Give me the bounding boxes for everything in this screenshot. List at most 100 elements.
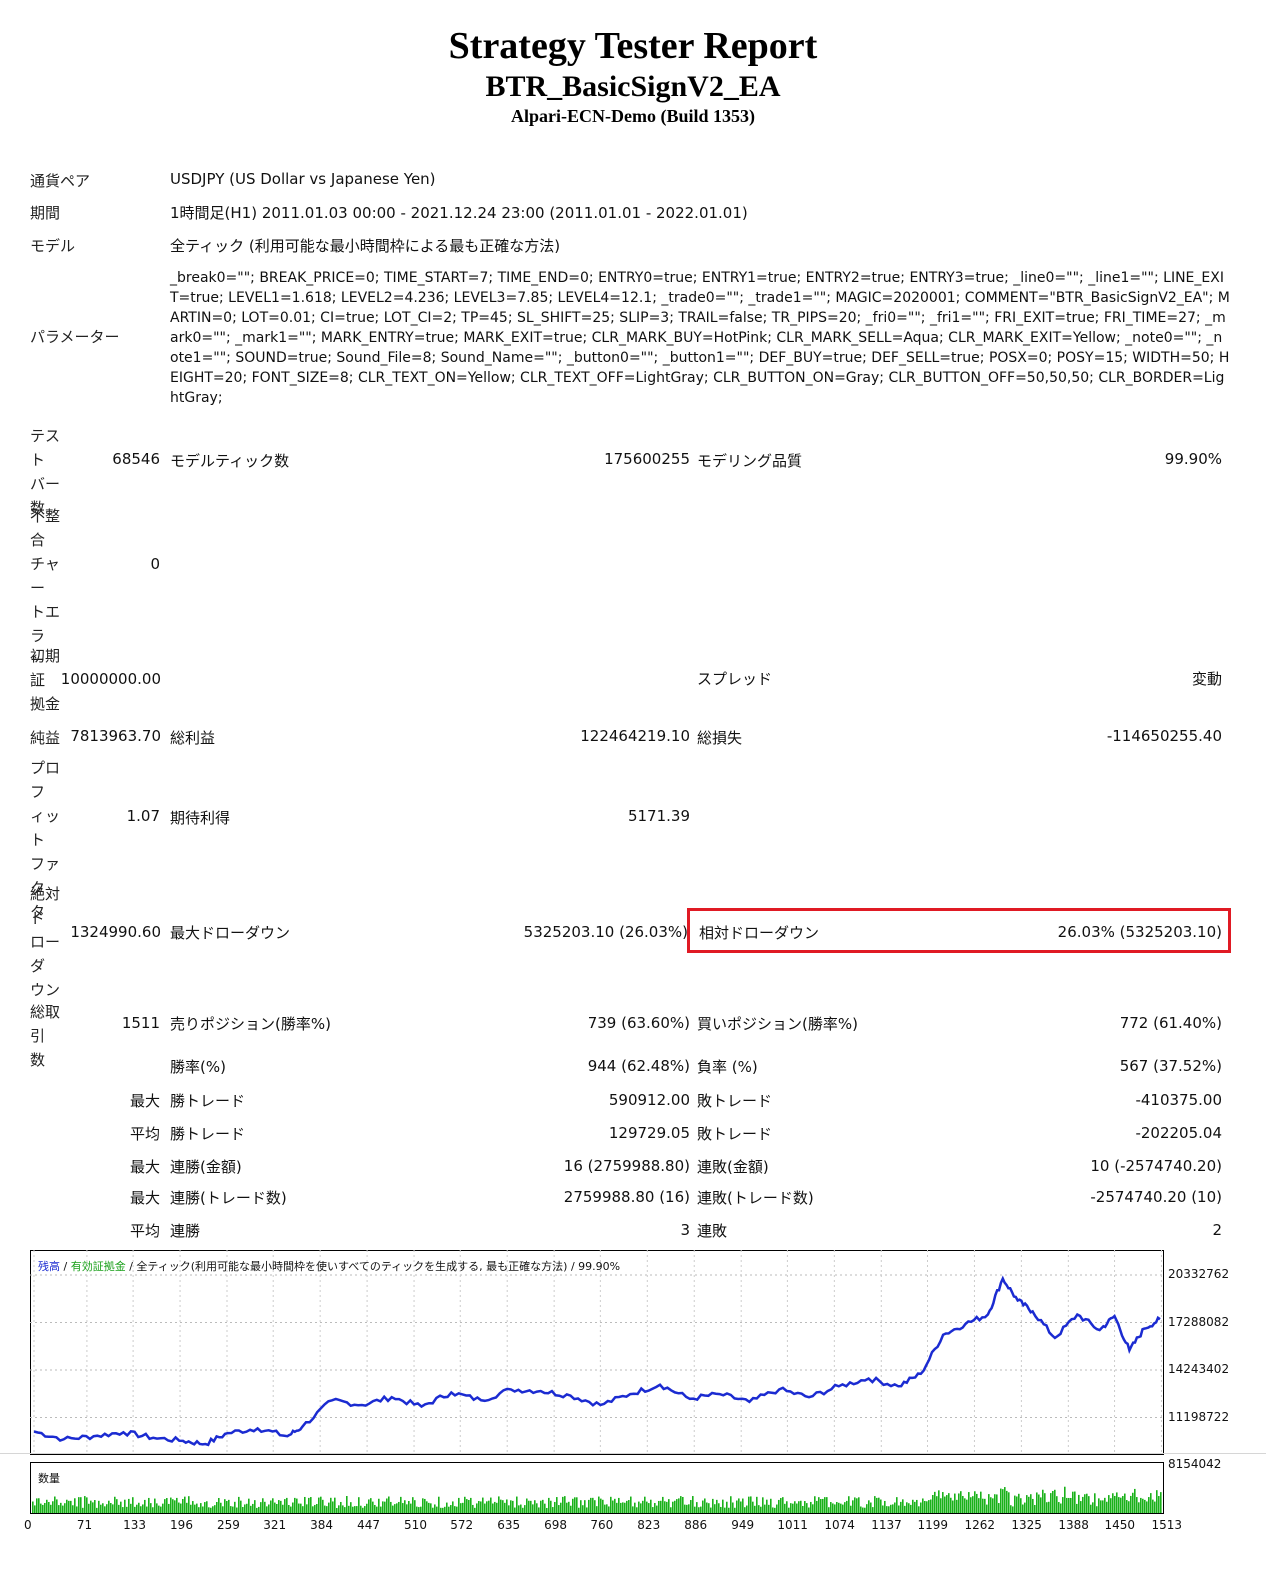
volume-bar (130, 1503, 132, 1513)
volume-bar (270, 1500, 272, 1513)
volume-bar (820, 1499, 822, 1513)
volume-bar (940, 1498, 942, 1513)
volume-bar (876, 1497, 878, 1513)
volume-bar (752, 1501, 754, 1513)
volume-bar (516, 1496, 518, 1513)
volume-bar (108, 1500, 110, 1513)
legend-separator-2: / (125, 1260, 137, 1273)
mismatch-value: 0 (150, 555, 160, 573)
volume-bar (418, 1507, 420, 1513)
volume-bar (594, 1500, 596, 1513)
volume-bar (190, 1504, 192, 1513)
volume-bar (700, 1506, 702, 1513)
volume-bar (90, 1500, 92, 1513)
volume-bar (904, 1505, 906, 1513)
volume-bar (1090, 1504, 1092, 1513)
volume-bar (902, 1499, 904, 1513)
volume-bar (562, 1496, 564, 1513)
volume-bar (906, 1502, 908, 1513)
volume-bar (74, 1498, 76, 1513)
volume-bar (640, 1503, 642, 1513)
volume-bar (388, 1496, 390, 1513)
volume-bar (666, 1501, 668, 1513)
volume-bar (754, 1505, 756, 1513)
volume-bar (1050, 1493, 1052, 1513)
volume-bar (662, 1496, 664, 1513)
volume-bar (882, 1505, 884, 1513)
volume-bar (818, 1497, 820, 1513)
volume-bar (548, 1497, 550, 1513)
volume-bar (268, 1504, 270, 1513)
x-tick-label: 1262 (964, 1518, 995, 1532)
volume-bar (306, 1504, 308, 1513)
volume-bar (718, 1503, 720, 1513)
volume-bar (712, 1498, 714, 1513)
volume-bar (670, 1507, 672, 1513)
volume-bar (482, 1497, 484, 1513)
volume-bar (568, 1501, 570, 1513)
volume-bar (968, 1492, 970, 1513)
volume-bar (522, 1507, 524, 1513)
gross-loss-value: -114650255.40 (1106, 727, 1222, 745)
volume-bar (502, 1500, 504, 1513)
volume-bar (1082, 1496, 1084, 1513)
volume-bar (1074, 1491, 1076, 1513)
volume-bar (604, 1504, 606, 1513)
legend-balance: 残高 (38, 1260, 60, 1273)
volume-bar (372, 1501, 374, 1513)
volume-bar (142, 1504, 144, 1513)
volume-bar (280, 1500, 282, 1513)
avg-consec-losses-label: 連敗 (697, 1222, 728, 1240)
volume-bar (796, 1503, 798, 1513)
volume-bar (1062, 1497, 1064, 1513)
volume-bar (702, 1500, 704, 1513)
volume-bar (856, 1498, 858, 1513)
volume-bar (584, 1500, 586, 1513)
pair-label: 通貨ペア (30, 172, 91, 190)
volume-bar (476, 1503, 478, 1513)
volume-bar (72, 1505, 74, 1513)
volume-bar (382, 1501, 384, 1513)
win-rate-value: 944 (62.48%) (587, 1057, 690, 1075)
volume-bar (100, 1504, 102, 1513)
volume-bar (240, 1500, 242, 1513)
volume-bar (1034, 1504, 1036, 1513)
volume-bar (628, 1500, 630, 1513)
volume-bar (186, 1502, 188, 1513)
volume-bar (478, 1501, 480, 1513)
volume-bar (802, 1505, 804, 1513)
volume-bar (714, 1504, 716, 1513)
volume-bar (768, 1504, 770, 1513)
volume-bar (146, 1506, 148, 1513)
report-title: Strategy Tester Report (448, 25, 818, 67)
x-tick-label: 1074 (824, 1518, 855, 1532)
volume-bar (934, 1491, 936, 1513)
volume-bar (1000, 1488, 1002, 1513)
volume-bar (656, 1505, 658, 1513)
volume-bar (708, 1503, 710, 1513)
volume-bar (324, 1505, 326, 1513)
volume-bar (368, 1499, 370, 1513)
volume-bar (338, 1505, 340, 1513)
volume-bar (1014, 1495, 1016, 1513)
volume-bar (424, 1498, 426, 1513)
volume-bar (218, 1497, 220, 1513)
volume-bar (722, 1499, 724, 1513)
volume-bar (150, 1503, 152, 1513)
volume-bar (532, 1504, 534, 1513)
volume-bar (1058, 1502, 1060, 1513)
volume-bar (98, 1500, 100, 1513)
volume-bar (248, 1498, 250, 1513)
volume-bar (726, 1501, 728, 1513)
volume-bar (340, 1501, 342, 1513)
volume-bar (816, 1500, 818, 1513)
volume-bar (376, 1506, 378, 1513)
volume-bar (582, 1505, 584, 1513)
volume-bar (292, 1502, 294, 1513)
volume-bar (468, 1499, 470, 1513)
x-tick-label: 572 (450, 1518, 474, 1532)
volume-bar (392, 1505, 394, 1513)
volume-bar (508, 1505, 510, 1513)
avg-loss-label: 敗トレード (697, 1125, 773, 1143)
volume-bar (396, 1503, 398, 1513)
